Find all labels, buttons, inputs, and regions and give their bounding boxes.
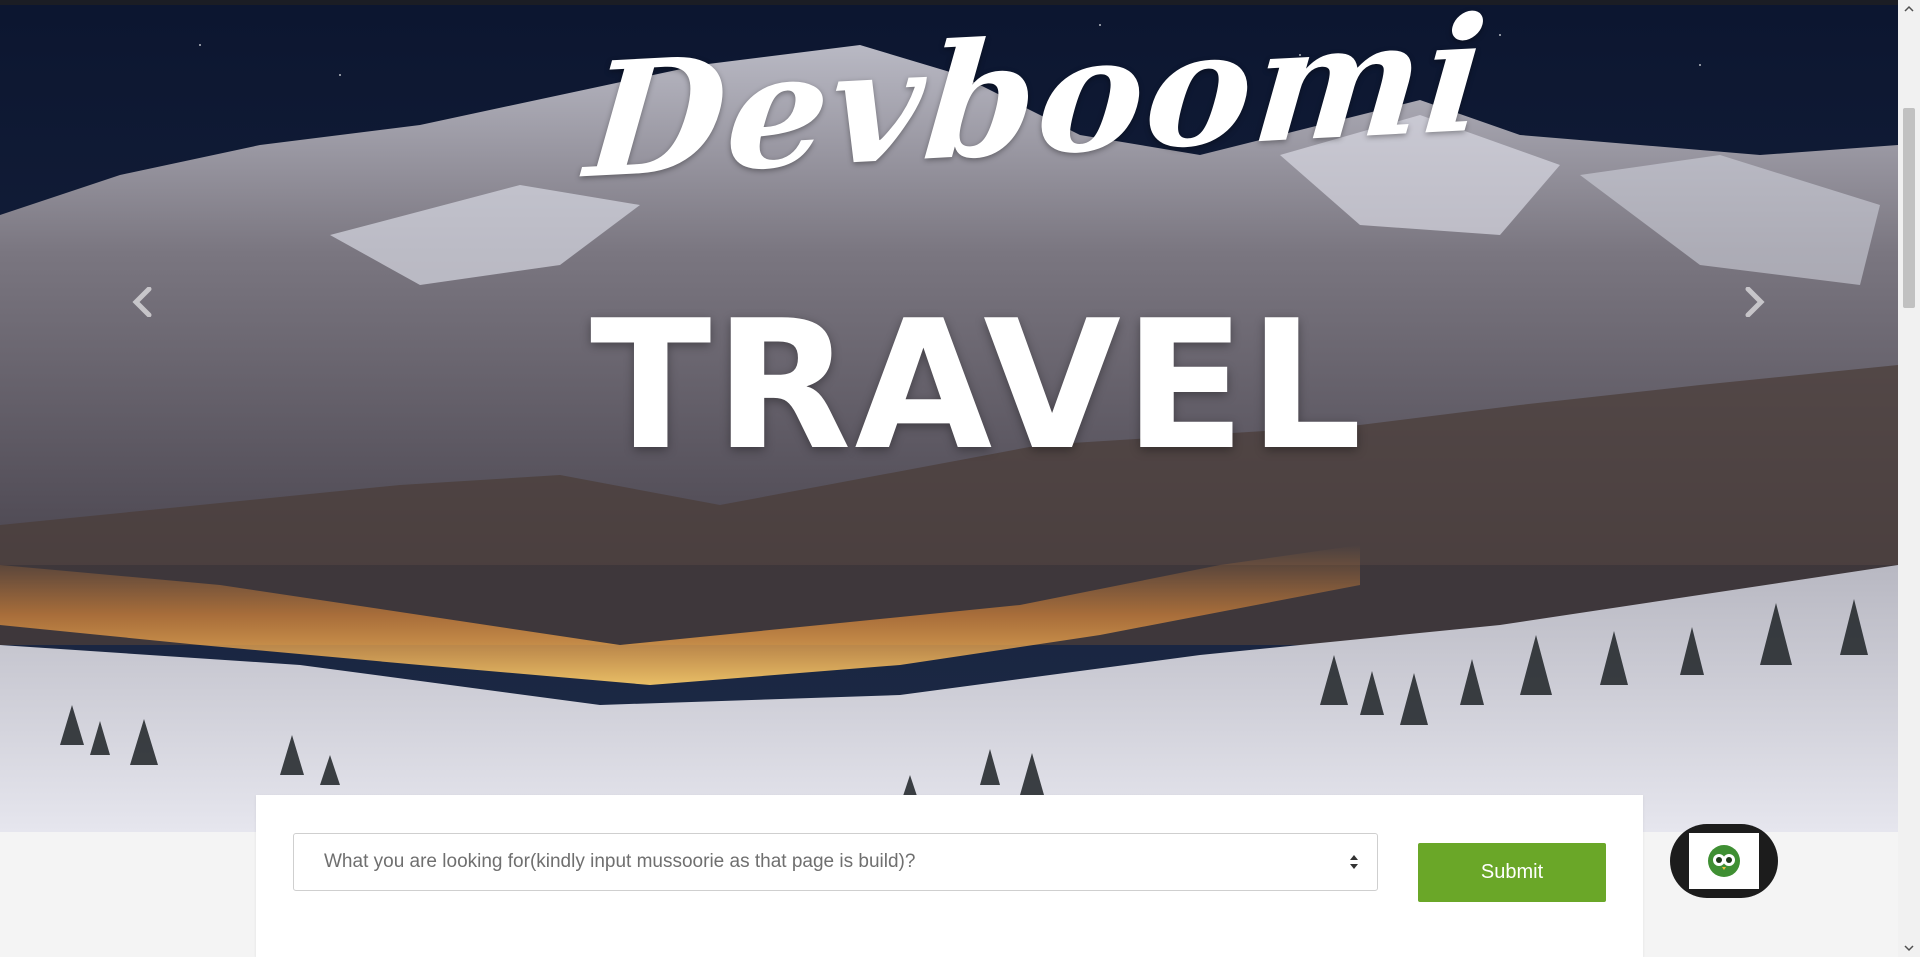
hero-script-logo: Devboomi [579, 5, 1496, 215]
chevron-right-icon [1745, 287, 1765, 317]
carousel-prev-button[interactable] [122, 277, 162, 327]
chevron-left-icon [132, 287, 152, 317]
hero-title: TRAVEL [590, 282, 1365, 489]
scroll-up-icon[interactable] [1904, 4, 1914, 14]
scrollbar-thumb[interactable] [1903, 108, 1915, 308]
owl-bot-icon [1708, 845, 1740, 877]
submit-button[interactable]: Submit [1418, 843, 1606, 902]
destination-select-placeholder: What you are looking for(kindly input mu… [324, 851, 916, 872]
chat-bot-icon-frame [1689, 833, 1759, 889]
chat-bot-launcher[interactable] [1670, 824, 1778, 898]
scroll-down-icon[interactable] [1904, 943, 1914, 953]
destination-select[interactable]: What you are looking for(kindly input mu… [293, 833, 1378, 891]
search-card: What you are looking for(kindly input mu… [256, 795, 1643, 957]
hero-carousel: Devboomi TRAVEL [0, 5, 1898, 832]
page-scrollbar[interactable] [1898, 0, 1920, 957]
page: Devboomi TRAVEL What you are looking for… [0, 0, 1920, 957]
carousel-next-button[interactable] [1735, 277, 1775, 327]
select-caret-icon [1350, 855, 1358, 869]
